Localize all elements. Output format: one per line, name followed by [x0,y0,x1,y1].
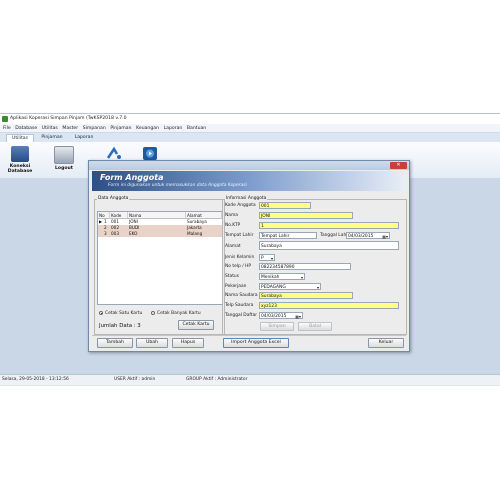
simpan-button[interactable]: Simpan [260,322,294,331]
jenis-kelamin-select[interactable]: P ▾ [259,254,275,261]
radio-cetak-banyak[interactable] [151,311,155,315]
table-row[interactable]: 3 003 EKO Malang [98,231,222,237]
title-bar: Aplikasi Koperasi Simpan Pinjam (TwKSP20… [0,114,500,124]
koneksi-database-label: Koneksi Database [7,164,33,174]
pekerjaan-value: PEDAGANG [261,285,286,290]
form-subtitle: Form ini digunakan untuk memasukkan data… [108,183,247,188]
status-date: Selasa, 29-05-2018 - 13:12:56 [2,377,69,382]
status-value: Menikah [261,275,280,280]
no-ktp-input[interactable]: 1 [259,222,399,229]
pekerjaan-label: Pekerjaan [225,284,247,289]
menu-bantuan[interactable]: Bantuan [187,126,206,131]
cell-nama: EKO [129,231,138,236]
close-button[interactable]: ✕ [390,162,407,169]
tab-laporan[interactable]: Laporan [70,134,98,142]
kode-anggota-input[interactable]: 001 [259,202,311,209]
calendar-icon: ▦▾ [295,314,301,319]
alamat-label: Alamat [225,244,241,249]
radio-cetak-banyak-label: Cetak Banyak Kartu [157,311,201,316]
pekerjaan-select[interactable]: PEDAGANG ▾ [259,283,321,290]
tanggal-daftar-picker[interactable]: 04/03/2015 ▦▾ [259,312,303,319]
tab-pinjaman[interactable]: Pinjaman [38,134,66,142]
status-bar: Selasa, 29-05-2018 - 13:12:56 USER Aktif… [0,374,500,385]
app-icon [2,116,8,122]
status-label: Status [225,274,239,279]
cell-kode: 003 [111,231,119,236]
nama-saudara-input[interactable]: Surabaya [259,292,353,299]
menu-pinjaman[interactable]: Pinjaman [110,126,131,131]
menu-utilitas[interactable]: Utilitas [42,126,58,131]
cell-alamat: Malang [187,231,203,236]
tanggal-daftar-value: 04/03/2015 [261,314,287,319]
calendar-icon: ▦▾ [382,234,388,239]
database-icon [11,146,29,162]
ribbon-tabs: Utilitas Pinjaman Laporan [0,133,500,143]
logout-button[interactable]: Logout [46,144,82,176]
cell-no: 3 [104,231,107,236]
tanggal-lahir-value: 04/03/2015 [348,234,374,239]
telp-saudara-input[interactable]: xyz123 [259,302,399,309]
col-kode: Kode [110,212,128,219]
app-title: Aplikasi Koperasi Simpan Pinjam (TwKSP20… [10,116,127,121]
chevron-down-icon: ▾ [300,275,303,280]
tanggal-daftar-label: Tanggal Daftar [225,313,258,318]
ubah-button[interactable]: Ubah [136,338,168,348]
menu-keuangan[interactable]: Keuangan [136,126,159,131]
menu-simpanan[interactable]: Simpanan [83,126,106,131]
menu-laporan[interactable]: Laporan [164,126,183,131]
menu-database[interactable]: Database [15,126,37,131]
tempat-lahir-input[interactable]: Tempat Lahir [259,232,317,239]
kode-anggota-label: Kode Anggota [225,203,256,208]
tempat-lahir-label: Tempat Lahir [225,233,254,238]
form-header: Form Anggota Form ini digunakan untuk me… [92,171,406,191]
col-alamat: Alamat [186,212,222,219]
batal-button[interactable]: Batal [298,322,332,331]
dialog-title-bar: ✕ [89,161,409,170]
telp-saudara-label: Telp Saudara [225,303,254,308]
chevron-down-icon: ▾ [270,256,273,261]
status-select[interactable]: Menikah ▾ [259,273,305,280]
logout-icon [54,146,74,164]
status-user: USER Aktif : admin [114,377,156,382]
koneksi-database-button[interactable]: Koneksi Database [2,144,38,176]
jenis-kelamin-value: P [261,256,264,261]
radio-cetak-satu-label: Cetak Satu Kartu [105,311,143,316]
form-anggota-dialog: ✕ Form Anggota Form ini digunakan untuk … [88,160,410,352]
menu-master[interactable]: Master [62,126,78,131]
hapus-button[interactable]: Hapus [172,338,204,348]
cetak-kartu-button[interactable]: Cetak Kartu [178,320,214,330]
no-telp-input[interactable]: 082234587890 [259,263,351,270]
menu-file[interactable]: File [3,126,11,131]
tanggal-lahir-picker[interactable]: 04/03/2015 ▦▾ [346,232,390,239]
import-anggota-excel-button[interactable]: Import Anggota Excel [223,338,289,348]
tambah-button[interactable]: Tambah [97,338,133,348]
close-icon: ✕ [396,162,401,168]
informasi-anggota-label: Informasi Anggota [225,196,268,201]
tanggal-lahir-label: Tanggal Lahir [320,233,350,238]
alamat-input[interactable]: Surabaya [259,241,399,250]
col-nama: Nama [128,212,186,219]
keluar-button[interactable]: Keluar [368,338,404,348]
logout-label: Logout [55,166,73,171]
no-telp-label: No telp / HP [225,264,252,269]
anggota-table[interactable]: No Kode Nama Alamat ▶ 1 001 JONI Surabay… [97,211,223,305]
jumlah-data: Jumlah Data : 3 [99,323,141,329]
nama-label: Nama [225,213,238,218]
status-group: GROUP Aktif : Administrator [186,377,248,382]
radio-cetak-satu[interactable] [99,311,103,315]
nama-saudara-label: Nama Saudara [225,293,258,298]
menu-bar: File Database Utilitas Master Simpanan P… [0,124,500,133]
nama-input[interactable]: JONI [259,212,353,219]
no-ktp-label: No.KTP [225,223,241,228]
chevron-down-icon: ▾ [316,285,319,290]
form-title: Form Anggota [100,173,164,182]
col-no: No [98,212,110,219]
data-anggota-label: Data Anggota [97,196,130,201]
jenis-kelamin-label: Jenis Kelamin [225,255,255,260]
